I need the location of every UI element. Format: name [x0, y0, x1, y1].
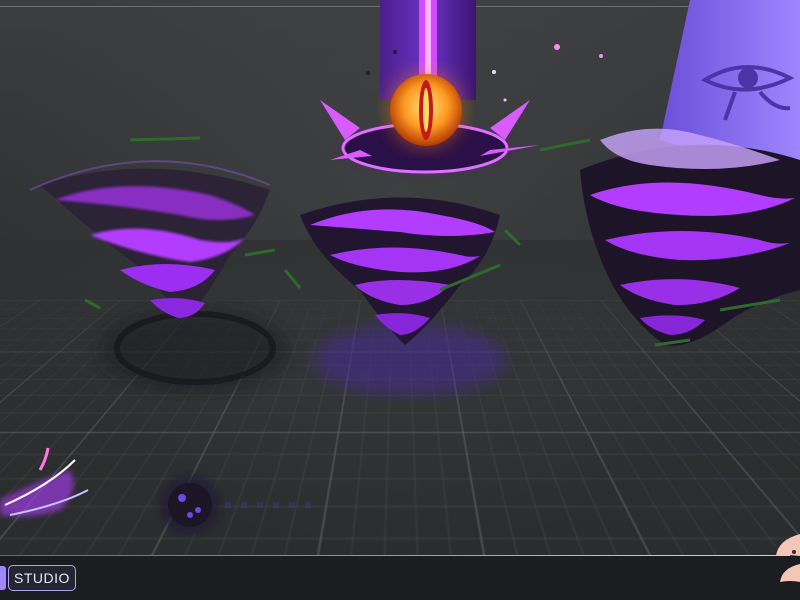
center-tornado [283, 197, 522, 395]
vfx-scene [0, 0, 800, 535]
mascot-logo-icon [776, 534, 800, 582]
tornado-right [539, 128, 800, 347]
swirl-slash-effect [0, 447, 89, 517]
fire-eye-orb [386, 70, 466, 150]
studio-badge: STUDIO [0, 565, 76, 591]
tornado-left [29, 136, 290, 392]
dark-orb-projectile [160, 475, 320, 535]
vfx-viewport[interactable] [0, 0, 800, 556]
badge-logo-edge [0, 566, 6, 590]
studio-label: STUDIO [8, 565, 76, 591]
bottom-bar [0, 556, 800, 600]
